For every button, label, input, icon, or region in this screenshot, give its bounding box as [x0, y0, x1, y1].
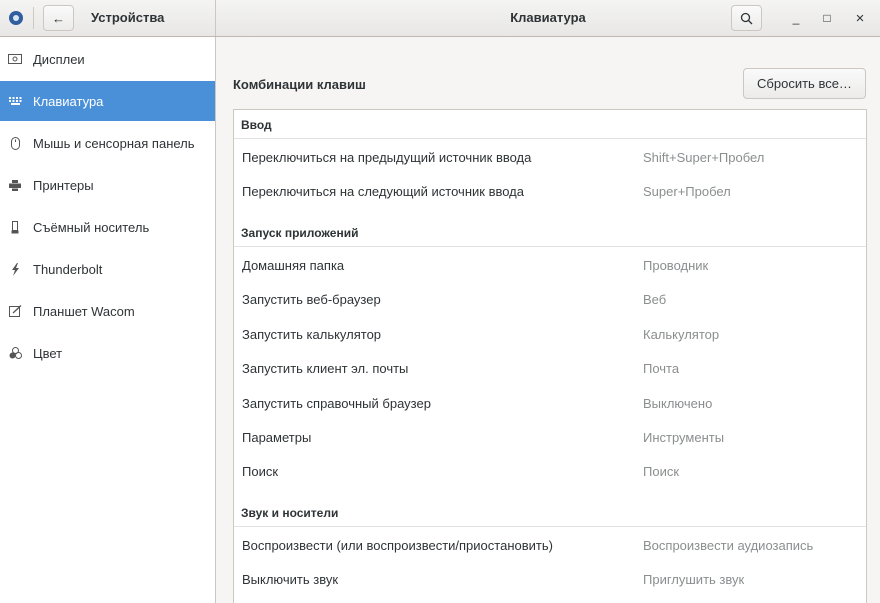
shortcut-name: Переключиться на следующий источник ввод… — [242, 184, 525, 199]
shortcut-key: Поиск — [643, 464, 680, 479]
category-header: Звук и носители — [234, 498, 866, 527]
sidebar-item-printers[interactable]: Принтеры — [0, 165, 215, 205]
color-icon — [8, 346, 22, 360]
category-title: Ввод — [241, 118, 272, 132]
search-button[interactable] — [731, 5, 762, 31]
search-icon — [740, 12, 753, 24]
reset-all-button[interactable]: Сбросить все… — [743, 68, 866, 99]
minimize-button[interactable]: _ — [786, 8, 806, 28]
shortcut-name: Запустить веб-браузер — [242, 292, 381, 307]
header-left: ← Устройства — [0, 0, 216, 36]
shortcut-row[interactable]: Запустить клиент эл. почты Почта — [234, 351, 866, 385]
shortcut-row[interactable]: Домашняя папка Проводник — [234, 248, 866, 282]
shortcut-row[interactable]: Поиск Поиск — [234, 454, 866, 488]
category-title: Звук и носители — [241, 506, 339, 520]
sidebar-item-label: Планшет Wacom — [33, 303, 135, 319]
shortcut-row[interactable]: Воспроизвести (или воспроизвести/приоста… — [234, 528, 866, 562]
printer-icon — [8, 178, 22, 192]
close-button[interactable]: × — [850, 8, 870, 28]
tablet-icon — [8, 304, 22, 318]
back-button[interactable]: ← — [43, 5, 74, 31]
sidebar-item-label: Клавиатура — [33, 93, 104, 109]
shortcut-row[interactable]: Переключиться на предыдущий источник вво… — [234, 140, 866, 174]
shortcut-row[interactable]: Запустить калькулятор Калькулятор — [234, 317, 866, 351]
shortcuts-list: Ввод Переключиться на предыдущий источни… — [233, 109, 867, 603]
header-left-title: Устройства — [91, 10, 165, 25]
category-header: Ввод — [234, 110, 866, 139]
shortcut-name: Переключиться на предыдущий источник вво… — [242, 150, 532, 165]
sidebar-item-displays[interactable]: Дисплеи — [0, 39, 215, 79]
sidebar-item-color[interactable]: Цвет — [0, 333, 215, 373]
maximize-button[interactable]: □ — [817, 8, 837, 28]
page-title: Клавиатура — [510, 10, 586, 25]
shortcut-name: Поиск — [242, 464, 279, 479]
shortcut-key: Воспроизвести аудиозапись — [643, 538, 814, 553]
sidebar-item-removable-media[interactable]: Съёмный носитель — [0, 207, 215, 247]
close-icon: × — [855, 9, 865, 27]
settings-app-icon — [9, 11, 23, 25]
shortcut-name: Параметры — [242, 430, 312, 445]
maximize-icon: □ — [823, 11, 831, 25]
sidebar-item-mouse[interactable]: Мышь и сенсорная панель — [0, 123, 215, 163]
shortcut-key: Инструменты — [643, 430, 725, 445]
shortcut-name: Запустить справочный браузер — [242, 396, 431, 411]
category-header: Запуск приложений — [234, 218, 866, 247]
sidebar-item-label: Принтеры — [33, 177, 94, 193]
shortcut-key: Shift+Super+Пробел — [643, 150, 765, 165]
sidebar-item-label: Дисплеи — [33, 51, 85, 67]
shortcut-key: Выключено — [643, 396, 713, 411]
shortcut-row[interactable]: Запустить веб-браузер Веб — [234, 282, 866, 316]
shortcut-name: Выключить звук — [242, 572, 339, 587]
shortcut-key: Super+Пробел — [643, 184, 731, 199]
header-bar: ← Устройства Клавиатура _ □ × — [0, 0, 880, 37]
thunderbolt-icon — [8, 262, 22, 276]
main-content: Комбинации клавиш Сбросить все… Ввод Пер… — [217, 37, 880, 603]
sidebar-item-thunderbolt[interactable]: Thunderbolt — [0, 249, 215, 289]
shortcut-row[interactable]: Переключиться на следующий источник ввод… — [234, 174, 866, 208]
shortcut-key: Веб — [643, 292, 667, 307]
sidebar-item-label: Цвет — [33, 345, 63, 361]
shortcut-name: Домашняя папка — [242, 258, 345, 273]
keyboard-icon — [8, 94, 22, 108]
sidebar: Дисплеи Клавиатура Мышь и сенсорная пане… — [0, 37, 216, 603]
category-title: Запуск приложений — [241, 226, 359, 240]
shortcut-key: Проводник — [643, 258, 709, 273]
arrow-left-icon: ← — [52, 10, 65, 26]
shortcut-key: Калькулятор — [643, 327, 720, 342]
shortcut-row[interactable]: Параметры Инструменты — [234, 420, 866, 454]
mouse-icon — [8, 136, 22, 150]
sidebar-item-label: Thunderbolt — [33, 261, 103, 277]
usb-drive-icon — [8, 220, 22, 234]
shortcut-name: Запустить калькулятор — [242, 327, 382, 342]
header-separator — [33, 7, 34, 29]
section-title: Комбинации клавиш — [233, 77, 366, 92]
shortcut-name: Запустить клиент эл. почты — [242, 361, 409, 376]
shortcut-key: Почта — [643, 361, 680, 376]
sidebar-item-label: Мышь и сенсорная панель — [33, 135, 195, 151]
shortcut-key: Приглушить звук — [643, 572, 745, 587]
sidebar-item-wacom[interactable]: Планшет Wacom — [0, 291, 215, 331]
sidebar-item-label: Съёмный носитель — [33, 219, 150, 235]
minimize-icon: _ — [792, 11, 800, 25]
display-icon — [8, 52, 22, 66]
shortcut-row[interactable]: Выключить звук Приглушить звук — [234, 562, 866, 596]
shortcut-name: Воспроизвести (или воспроизвести/приоста… — [242, 538, 553, 553]
sidebar-item-keyboard[interactable]: Клавиатура — [0, 81, 215, 121]
shortcut-row[interactable]: Запустить справочный браузер Выключено — [234, 386, 866, 420]
